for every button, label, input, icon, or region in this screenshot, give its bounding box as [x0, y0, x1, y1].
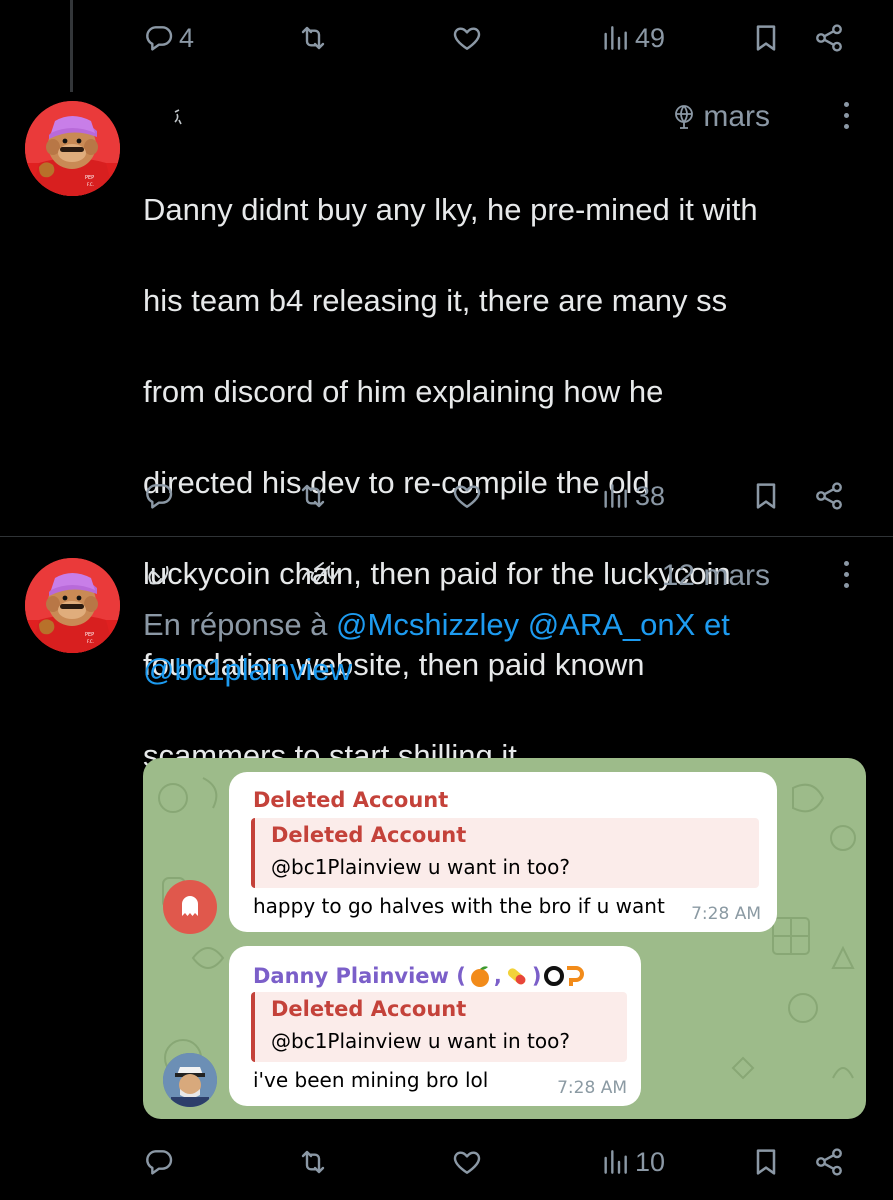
heart-icon	[451, 1146, 483, 1178]
quoted-text: @bc1Plainview u want in too?	[271, 1029, 570, 1053]
author-name-scribble[interactable]	[143, 557, 393, 591]
reply-icon	[143, 1146, 175, 1178]
attached-image[interactable]: Deleted Account Deleted Account @bc1Plai…	[143, 758, 866, 1119]
message-bubble[interactable]: Deleted Account Deleted Account @bc1Plai…	[229, 772, 777, 932]
author-avatar[interactable]	[25, 101, 120, 196]
post-action-bar: 38	[143, 474, 853, 518]
mention-link[interactable]: @ARA_onX	[528, 607, 696, 642]
message-time: 7:28 AM	[557, 1078, 627, 1098]
reply-count: 4	[179, 22, 195, 53]
sender-separator: ,	[493, 964, 502, 988]
quoted-sender: Deleted Account	[271, 997, 467, 1021]
heart-icon	[451, 22, 483, 54]
post-action-bar: 10	[143, 1140, 853, 1184]
author-avatar[interactable]	[25, 558, 120, 653]
op-logo-icon	[544, 966, 585, 986]
views-icon	[599, 480, 631, 512]
post-line: his team b4 releasing it, there are many…	[143, 282, 728, 318]
quoted-text: @bc1Plainview u want in too?	[271, 855, 570, 879]
post-action-bar: 4 49	[143, 16, 853, 60]
retweet-icon	[297, 22, 329, 54]
share-icon	[813, 480, 845, 512]
bookmark-button[interactable]	[750, 474, 782, 518]
reply-button[interactable]: 4	[143, 16, 194, 60]
views-count: 10	[635, 1146, 666, 1177]
like-button[interactable]	[451, 474, 483, 518]
like-button[interactable]	[451, 16, 483, 60]
views-button[interactable]: 10	[599, 1140, 665, 1184]
post-line: from discord of him explaining how he	[143, 373, 664, 409]
ghost-avatar[interactable]	[163, 880, 217, 934]
message-bubble[interactable]: Danny Plainview ( , ) Deleted Account @b…	[229, 946, 641, 1106]
retweet-icon	[297, 1146, 329, 1178]
avatar-image	[25, 101, 120, 196]
replying-to: En réponse à @Mcshizzley @ARA_onX et @bc…	[143, 602, 863, 692]
ghost-icon	[182, 896, 198, 916]
views-button[interactable]: 38	[599, 474, 665, 518]
views-count: 38	[635, 480, 666, 511]
globe-icon	[675, 105, 694, 129]
quoted-message[interactable]: Deleted Account @bc1Plainview u want in …	[251, 818, 759, 888]
quoted-message[interactable]: Deleted Account @bc1Plainview u want in …	[251, 992, 627, 1062]
post-header: · 12 mars	[143, 557, 853, 597]
mention-link[interactable]: @Mcshizzley	[336, 607, 519, 642]
views-count: 49	[635, 22, 666, 53]
views-icon	[599, 1146, 631, 1178]
like-button[interactable]	[451, 1140, 483, 1184]
bookmark-icon	[750, 1146, 782, 1178]
post-header: mars	[143, 98, 853, 138]
post-line: Danny didnt buy any lky, he pre-mined it…	[143, 191, 758, 227]
message-text: i've been mining bro lol	[253, 1068, 489, 1092]
reply-icon	[143, 22, 175, 54]
sender-avatar[interactable]	[163, 1053, 217, 1107]
reply-prefix: En réponse à	[143, 607, 328, 642]
avatar-image	[25, 558, 120, 653]
message-sender: Deleted Account	[253, 788, 449, 812]
bookmark-button[interactable]	[750, 16, 782, 60]
views-button[interactable]: 49	[599, 16, 665, 60]
pill-emoji-icon	[507, 968, 526, 985]
mention-link[interactable]: @bc1plainview	[143, 652, 352, 687]
reply-button[interactable]	[143, 1140, 175, 1184]
sender-name: Danny Plainview (	[253, 964, 466, 988]
bookmark-icon	[750, 480, 782, 512]
bookmark-button[interactable]	[750, 1140, 782, 1184]
share-button[interactable]	[813, 1140, 845, 1184]
message-text: happy to go halves with the bro if u wan…	[253, 894, 665, 918]
more-options-button[interactable]	[839, 102, 853, 132]
thread-connector-line	[70, 0, 73, 92]
sender-suffix: )	[531, 964, 542, 988]
share-button[interactable]	[813, 474, 845, 518]
author-name-scribble[interactable]	[143, 98, 183, 132]
message-time: 7:28 AM	[691, 904, 761, 924]
post-date[interactable]: · 12 mars	[643, 559, 770, 593]
reply-icon	[143, 480, 175, 512]
message-sender: Danny Plainview ( , )	[253, 964, 587, 988]
views-icon	[599, 22, 631, 54]
share-button[interactable]	[813, 16, 845, 60]
avatar-image	[163, 1053, 217, 1107]
more-options-button[interactable]	[839, 561, 853, 591]
post-divider	[0, 536, 893, 537]
reply-button[interactable]	[143, 474, 175, 518]
share-icon	[813, 22, 845, 54]
orange-emoji-icon	[470, 966, 489, 987]
retweet-button[interactable]	[297, 474, 329, 518]
reply-conjunction: et	[703, 607, 730, 642]
share-icon	[813, 1146, 845, 1178]
heart-icon	[451, 480, 483, 512]
retweet-button[interactable]	[297, 1140, 329, 1184]
retweet-icon	[297, 480, 329, 512]
post-date[interactable]: mars	[671, 100, 770, 134]
bookmark-icon	[750, 22, 782, 54]
quoted-sender: Deleted Account	[271, 823, 467, 847]
retweet-button[interactable]	[297, 16, 329, 60]
